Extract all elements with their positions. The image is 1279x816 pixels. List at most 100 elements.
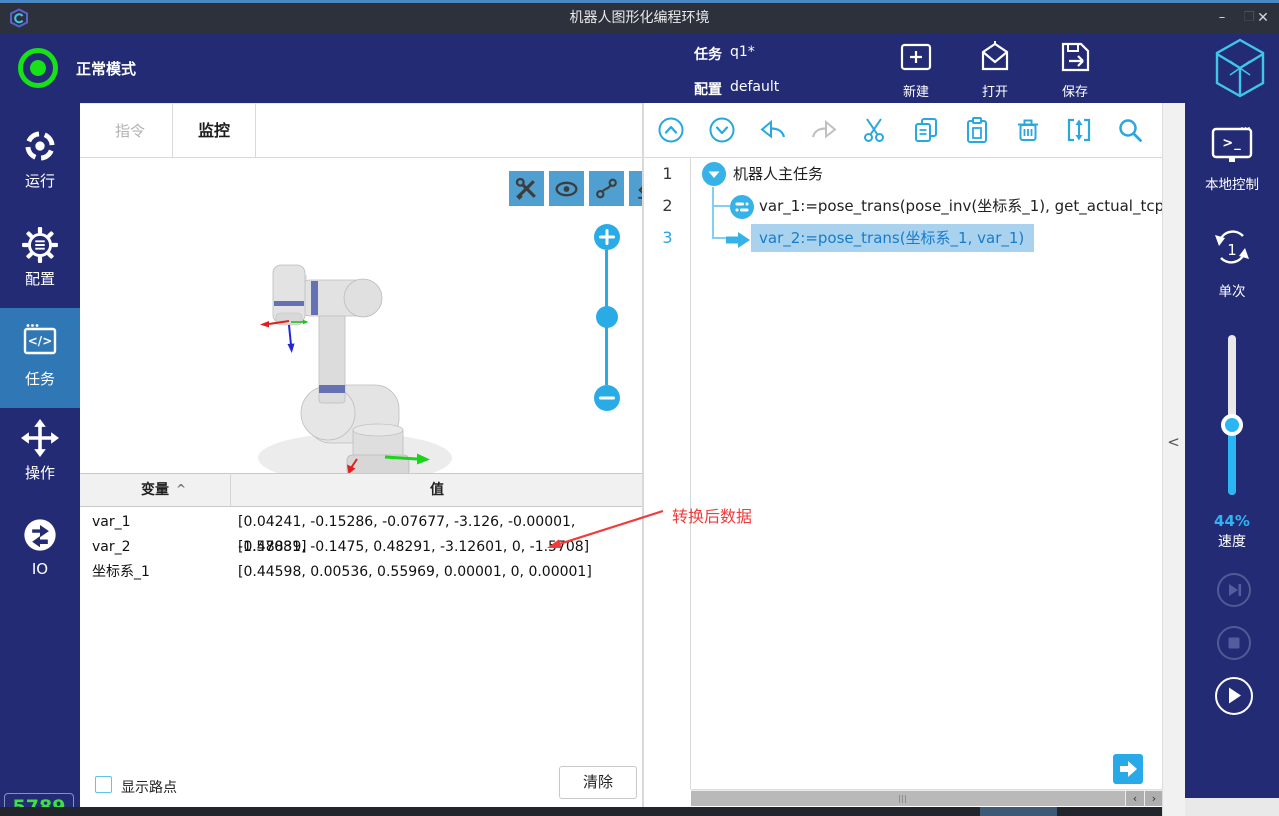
variable-name[interactable]: 坐标系_1 (92, 560, 150, 585)
new-task-button[interactable]: 新建 (884, 40, 948, 98)
speed-percent: 44% (1185, 512, 1279, 530)
move-down-button[interactable] (708, 116, 736, 144)
column-header-variable[interactable]: 变量 (80, 473, 230, 507)
column-header-value[interactable]: 值 (231, 473, 643, 507)
sidebar-item-config-label[interactable]: 配置 (0, 268, 80, 289)
task-code-glyph: </> (0, 334, 80, 348)
mode-indicator-dot (30, 60, 46, 76)
tab-instruction[interactable]: 指令 (88, 104, 173, 158)
run-icon (21, 127, 59, 165)
minus-icon (594, 385, 620, 411)
skip-icon (1219, 575, 1249, 605)
cut-icon (861, 116, 889, 144)
program-panel: 1 2 3 机器人主任务 var_1:=pose_trans(pose_inv(… (643, 103, 1162, 816)
copy-button[interactable] (912, 116, 940, 144)
next-step-button[interactable] (1113, 754, 1143, 784)
sidebar-item-run-label[interactable]: 运行 (0, 170, 80, 191)
eye-icon (552, 174, 581, 203)
line-number: 2 (644, 190, 691, 222)
column-divider (230, 473, 231, 507)
sidebar-item-task-label[interactable]: 任务 (0, 368, 80, 389)
sort-ascending-icon[interactable]: ^ (176, 473, 186, 507)
open-icon (977, 40, 1013, 74)
window-title: 机器人图形化编程环境 (0, 3, 1279, 33)
move-down-icon (708, 116, 736, 144)
scroll-right-button[interactable]: › (1145, 791, 1162, 806)
delete-button[interactable] (1014, 116, 1042, 144)
collapse-panel-handle[interactable]: < (1162, 433, 1185, 451)
assignment-icon[interactable] (729, 194, 755, 220)
sidebar-item-run[interactable] (0, 127, 80, 169)
program-line-selected[interactable]: var_2:=pose_trans(坐标系_1, var_1) (751, 224, 1034, 252)
variable-name[interactable]: var_2 (92, 535, 131, 560)
scrollbar-grip (899, 795, 908, 803)
redo-icon (810, 116, 838, 144)
local-control-label[interactable]: 本地控制 (1185, 173, 1279, 193)
save-task-button[interactable]: 保存 (1043, 40, 1107, 98)
speed-label: 速度 (1185, 531, 1279, 551)
robot-3d-view[interactable] (245, 235, 475, 485)
tree-connector (712, 237, 726, 239)
task-label: 任务 (694, 44, 722, 64)
view-erase-button[interactable] (629, 171, 643, 206)
speed-slider-handle[interactable] (1221, 414, 1243, 436)
save-task-label: 保存 (1043, 81, 1107, 100)
show-waypoints-checkbox[interactable] (95, 776, 112, 793)
paste-icon (963, 116, 991, 144)
scroll-left-button[interactable]: ‹ (1126, 791, 1144, 806)
tree-collapse-icon[interactable] (701, 161, 727, 187)
sidebar-item-io-label[interactable]: IO (0, 560, 80, 578)
new-folder-icon (898, 40, 934, 74)
scrollbar-thumb[interactable] (691, 791, 1125, 806)
arrow-right-icon (1113, 754, 1143, 784)
sidebar-item-operate[interactable] (0, 419, 80, 461)
skip-step-button[interactable] (1217, 573, 1251, 607)
play-button[interactable] (1215, 677, 1253, 715)
terminal-glyph: >_ (1185, 136, 1279, 151)
title-bar: 机器人图形化编程环境 (0, 3, 1279, 33)
close-button[interactable]: ✕ (1246, 3, 1279, 33)
new-task-label: 新建 (884, 81, 948, 100)
redo-button[interactable] (810, 116, 838, 144)
sidebar-item-config[interactable] (0, 226, 80, 268)
sidebar-item-task[interactable]: </> (0, 322, 80, 362)
view-visibility-button[interactable] (549, 171, 584, 206)
annotation-arrow (535, 505, 675, 565)
app-window: 机器人图形化编程环境 – ❐ ✕ 正常模式 任务 q1* 配置 default … (0, 0, 1279, 816)
zoom-in-button[interactable] (594, 224, 620, 250)
paste-button[interactable] (963, 116, 991, 144)
undo-button[interactable] (759, 116, 787, 144)
cut-button[interactable] (861, 116, 889, 144)
move-up-button[interactable] (657, 116, 685, 144)
plus-icon (594, 224, 620, 250)
app-logo-icon (9, 8, 29, 28)
search-icon (1116, 116, 1144, 144)
show-waypoints-label: 显示路点 (121, 777, 177, 797)
move-arrows-icon (21, 419, 59, 457)
view-path-button[interactable] (589, 171, 624, 206)
sidebar-item-operate-label[interactable]: 操作 (0, 462, 80, 483)
step-arrow-icon[interactable] (725, 231, 751, 249)
single-run-count: 1 (1185, 241, 1279, 259)
task-value: q1* (730, 44, 755, 60)
clear-button[interactable]: 清除 (559, 766, 637, 799)
zoom-slider-handle[interactable] (596, 306, 618, 328)
zoom-out-button[interactable] (594, 385, 620, 411)
sidebar-item-io[interactable] (0, 516, 80, 558)
undo-icon (759, 116, 787, 144)
variable-name[interactable]: var_1 (92, 510, 131, 535)
view-tools-button[interactable] (509, 171, 544, 206)
gear-icon (21, 226, 59, 264)
program-line-text[interactable]: 机器人主任务 (733, 158, 823, 190)
single-run-label[interactable]: 单次 (1185, 280, 1279, 300)
brand-logo-icon (1212, 37, 1268, 99)
tab-monitor-label: 监控 (198, 121, 230, 140)
horizontal-scrollbar[interactable]: ‹ › (691, 789, 1162, 806)
open-task-button[interactable]: 打开 (963, 40, 1027, 98)
stop-button[interactable] (1217, 626, 1251, 660)
expand-collapse-button[interactable] (1065, 116, 1093, 144)
search-button[interactable] (1116, 116, 1144, 144)
program-line-text[interactable]: var_1:=pose_trans(pose_inv(坐标系_1), get_a… (759, 190, 1162, 222)
tab-monitor[interactable]: 监控 (173, 104, 256, 158)
taskbar-highlight (980, 807, 1057, 816)
